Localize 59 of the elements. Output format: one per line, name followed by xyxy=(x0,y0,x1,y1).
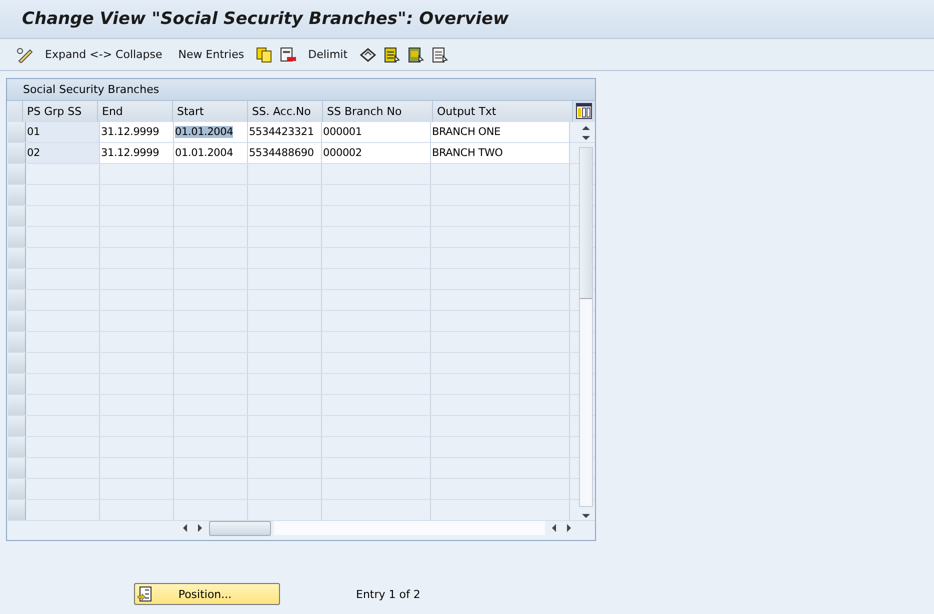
select-all-icon[interactable] xyxy=(382,46,401,62)
window-title: Change View "Social Security Branches": Overview xyxy=(22,9,509,29)
column-settings-icon[interactable] xyxy=(576,103,592,119)
row-selector[interactable] xyxy=(8,479,26,499)
toolbar-button[interactable]: Expand <-> Collapse xyxy=(40,46,168,63)
entry-count: Entry 1 of 2 xyxy=(356,588,420,600)
table-title: Social Security Branches xyxy=(23,83,160,96)
pencil-icon[interactable] xyxy=(16,46,34,62)
vertical-scrollbar[interactable] xyxy=(578,147,592,507)
table-cell: BRANCH ONE xyxy=(431,122,570,142)
position-button[interactable]: Position... xyxy=(134,583,280,605)
column-header[interactable]: End xyxy=(98,101,173,122)
column-header[interactable]: Output Txt xyxy=(433,101,573,122)
column-header[interactable]: SS Branch No xyxy=(323,101,433,122)
table-cell: 01.01.2004 xyxy=(174,122,248,142)
row-selector[interactable] xyxy=(8,458,26,478)
row-selector[interactable] xyxy=(8,332,26,352)
table-cell: 01.01.2004 xyxy=(174,143,248,163)
row-selector[interactable] xyxy=(8,416,26,436)
select-block-icon[interactable] xyxy=(406,46,425,62)
row-selector[interactable] xyxy=(8,143,26,163)
row-selector[interactable] xyxy=(8,311,26,331)
row-selector[interactable] xyxy=(8,374,26,394)
diamond-icon[interactable] xyxy=(358,46,377,62)
table-cell: 31.12.9999 xyxy=(100,143,174,163)
select-all-corner[interactable] xyxy=(8,101,23,122)
table-cell: 5534423321 xyxy=(248,122,322,142)
row-selector[interactable] xyxy=(8,353,26,373)
column-header[interactable]: PS Grp SS xyxy=(23,101,98,122)
row-selector[interactable] xyxy=(8,500,26,520)
row-selector[interactable] xyxy=(8,395,26,415)
table-cell: 31.12.9999 xyxy=(100,122,174,142)
deselect-icon[interactable] xyxy=(430,46,449,62)
row-selector[interactable] xyxy=(8,269,26,289)
row-selector[interactable] xyxy=(8,248,26,268)
table-cell: 000001 xyxy=(322,122,431,142)
row-selector[interactable] xyxy=(8,164,26,184)
delete-icon[interactable] xyxy=(279,46,298,62)
row-selector[interactable] xyxy=(8,290,26,310)
column-header[interactable]: Start xyxy=(173,101,248,122)
scroll-down-icon[interactable] xyxy=(580,511,592,521)
toolbar-button[interactable]: Delimit xyxy=(303,46,353,63)
row-selector[interactable] xyxy=(8,185,26,205)
copy-icon[interactable] xyxy=(255,46,274,62)
table-cell: 01 xyxy=(26,122,100,142)
row-selector[interactable] xyxy=(8,206,26,226)
table-cell: 02 xyxy=(26,143,100,163)
table-cell: BRANCH TWO xyxy=(431,143,570,163)
toolbar-button[interactable]: New Entries xyxy=(173,46,250,63)
horizontal-scrollbar-track[interactable] xyxy=(274,521,545,535)
row-selector[interactable] xyxy=(8,227,26,247)
scrollbar-thumb[interactable] xyxy=(209,520,271,536)
column-header[interactable]: SS. Acc.No xyxy=(248,101,323,122)
scroll-down-icon[interactable] xyxy=(580,133,592,143)
position-icon xyxy=(137,586,153,602)
table-cell: 5534488690 xyxy=(248,143,322,163)
row-selector[interactable] xyxy=(8,122,26,142)
table-cell: 000002 xyxy=(322,143,431,163)
row-selector[interactable] xyxy=(8,437,26,457)
